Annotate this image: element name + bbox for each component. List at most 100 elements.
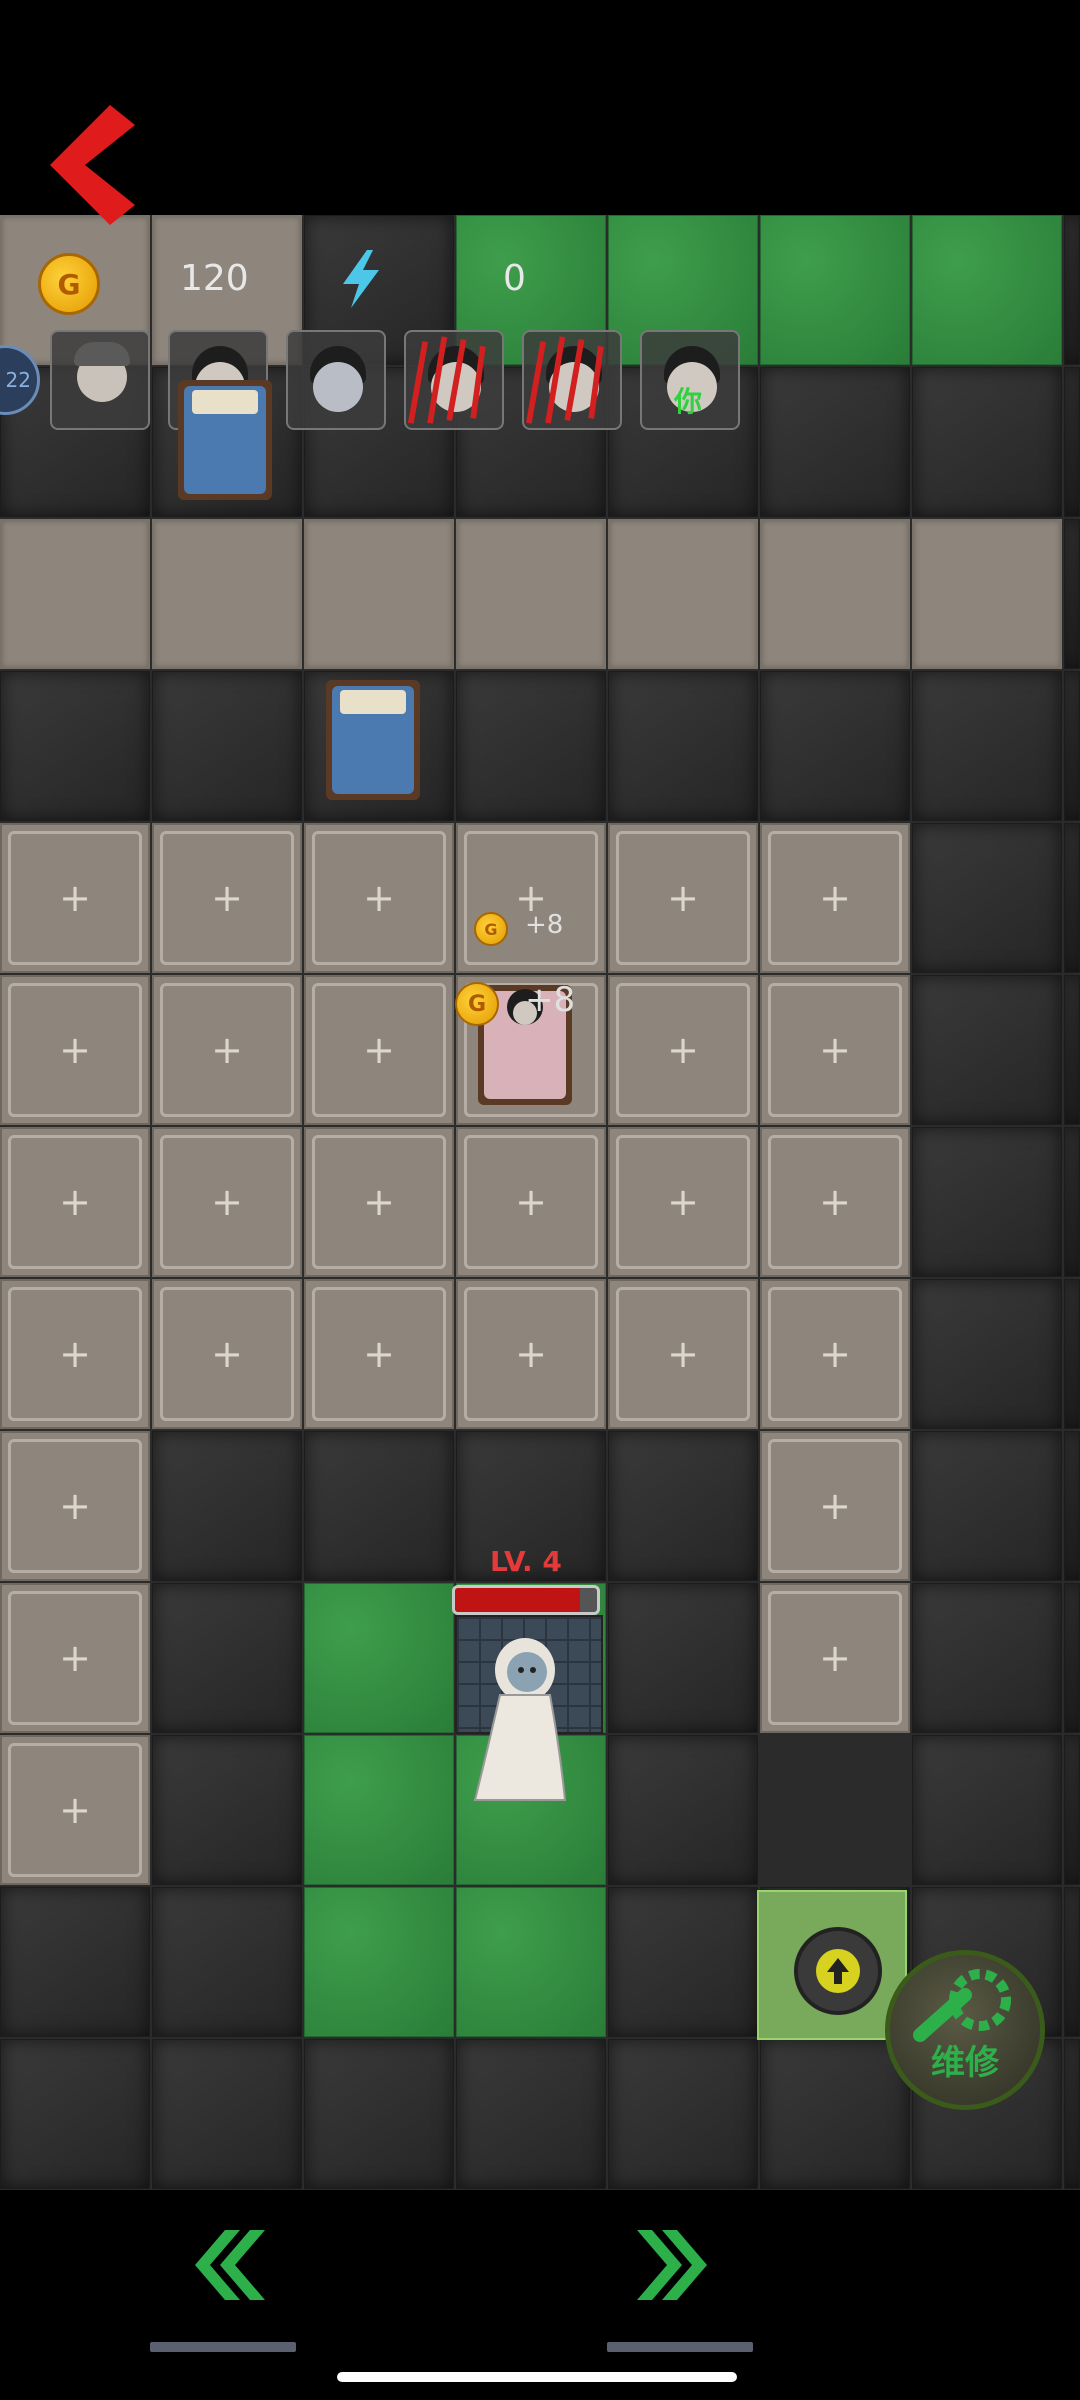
ghost-enemy-icon[interactable] — [465, 1630, 585, 1810]
home-indicator[interactable] — [337, 2372, 737, 2382]
add-icon: + — [819, 1636, 851, 1680]
build-slot[interactable]: + — [304, 823, 454, 973]
bed-blue-top-icon[interactable] — [170, 370, 280, 510]
build-slot[interactable]: + — [456, 1127, 606, 1277]
build-slot[interactable]: + — [608, 1279, 758, 1429]
add-icon: + — [819, 1028, 851, 1072]
build-slot[interactable]: + — [304, 1127, 454, 1277]
claw-marks-icon — [407, 336, 486, 424]
energy-bolt-icon — [343, 250, 379, 308]
gold-coin-icon: G — [38, 253, 100, 315]
add-icon: + — [363, 1180, 395, 1224]
round-badge-text: 22 — [5, 368, 31, 392]
add-icon: + — [59, 1788, 91, 1832]
wall-tile — [456, 2039, 606, 2189]
wall-tile — [1064, 367, 1080, 517]
build-slot[interactable]: + — [304, 1279, 454, 1429]
add-icon: + — [515, 876, 547, 920]
build-slot[interactable]: + — [0, 975, 150, 1125]
build-slot[interactable]: + — [152, 1127, 302, 1277]
next-page-button[interactable] — [632, 2220, 722, 2310]
previous-page-button[interactable] — [180, 2220, 270, 2310]
wall-tile — [1064, 1279, 1080, 1429]
upgrade-arrow-icon — [794, 1927, 882, 2015]
build-slot[interactable]: + — [0, 1127, 150, 1277]
build-slot[interactable]: + — [760, 1127, 910, 1277]
wall-tile — [912, 1431, 1062, 1581]
portrait-clawed-2[interactable] — [522, 330, 622, 430]
wrench-gear-icon — [913, 1969, 1011, 2042]
bed-blue-middle-icon[interactable] — [318, 670, 428, 810]
wall-tile — [1064, 823, 1080, 973]
claw-marks-icon — [525, 336, 604, 424]
back-arrow-icon[interactable] — [40, 100, 140, 230]
build-slot[interactable]: + — [608, 1127, 758, 1277]
add-icon: + — [59, 1028, 91, 1072]
wall-tile — [0, 1887, 150, 2037]
add-icon: + — [363, 876, 395, 920]
gold-coin-letter: G — [57, 267, 81, 301]
grass-tile — [304, 1735, 454, 1885]
gain-text-large: +8 — [525, 980, 576, 1020]
grass-tile — [456, 1887, 606, 2037]
energy-count: 0 — [503, 258, 526, 299]
wall-tile — [912, 1735, 1062, 1885]
build-slot[interactable]: + — [608, 975, 758, 1125]
build-slot[interactable]: + — [152, 823, 302, 973]
portrait-you[interactable]: 你 — [640, 330, 740, 430]
enemy-hp-bar — [452, 1585, 600, 1615]
add-icon: + — [59, 1636, 91, 1680]
wall-tile — [1064, 1431, 1080, 1581]
build-slot[interactable]: + — [456, 1279, 606, 1429]
build-slot[interactable]: + — [608, 823, 758, 973]
build-slot[interactable]: + — [760, 1583, 910, 1733]
build-slot[interactable]: + — [760, 823, 910, 973]
build-slot[interactable]: + — [760, 1279, 910, 1429]
add-icon: + — [515, 1180, 547, 1224]
build-slot[interactable]: + — [152, 1279, 302, 1429]
wall-tile — [760, 2039, 910, 2189]
add-icon: + — [667, 1180, 699, 1224]
repair-button[interactable]: 维修 — [885, 1950, 1045, 2110]
gain-coin-small-icon: G — [474, 912, 508, 946]
add-icon: + — [211, 1332, 243, 1376]
wall-tile — [1064, 519, 1080, 669]
gain-coin-large-icon: G — [455, 982, 499, 1026]
upgrade-slot[interactable] — [757, 1890, 907, 2040]
add-icon: + — [59, 1484, 91, 1528]
add-icon: + — [667, 876, 699, 920]
build-slot[interactable]: + — [304, 975, 454, 1125]
wall-tile — [1064, 975, 1080, 1125]
build-slot[interactable]: + — [760, 1431, 910, 1581]
portrait-clawed-1[interactable] — [404, 330, 504, 430]
portrait-elder[interactable] — [50, 330, 150, 430]
build-slot[interactable]: + — [152, 975, 302, 1125]
grass-tile — [760, 215, 910, 365]
wall-tile — [912, 1583, 1062, 1733]
top-bar — [0, 0, 1080, 215]
gold-count: 120 — [180, 258, 249, 299]
build-slot[interactable]: + — [0, 1279, 150, 1429]
add-icon: + — [59, 876, 91, 920]
build-slot[interactable]: + — [0, 1735, 150, 1885]
build-slot[interactable]: + — [0, 1431, 150, 1581]
build-slot[interactable]: + — [0, 823, 150, 973]
add-icon: + — [819, 1180, 851, 1224]
wall-tile — [912, 975, 1062, 1125]
add-icon: + — [211, 1028, 243, 1072]
grass-tile — [304, 1583, 454, 1733]
wall-tile — [912, 823, 1062, 973]
add-icon: + — [59, 1180, 91, 1224]
build-slot[interactable]: + — [0, 1583, 150, 1733]
floor-tile — [0, 519, 150, 669]
repair-label: 维修 — [931, 2043, 999, 2083]
wall-tile — [608, 1431, 758, 1581]
build-slot[interactable]: + — [760, 975, 910, 1125]
wall-tile — [152, 671, 302, 821]
build-slot[interactable]: + — [456, 823, 606, 973]
you-tag: 你 — [674, 385, 703, 418]
add-icon: + — [819, 1332, 851, 1376]
portrait-pale-boy[interactable] — [286, 330, 386, 430]
wall-tile — [912, 1279, 1062, 1429]
wall-tile — [1064, 1127, 1080, 1277]
